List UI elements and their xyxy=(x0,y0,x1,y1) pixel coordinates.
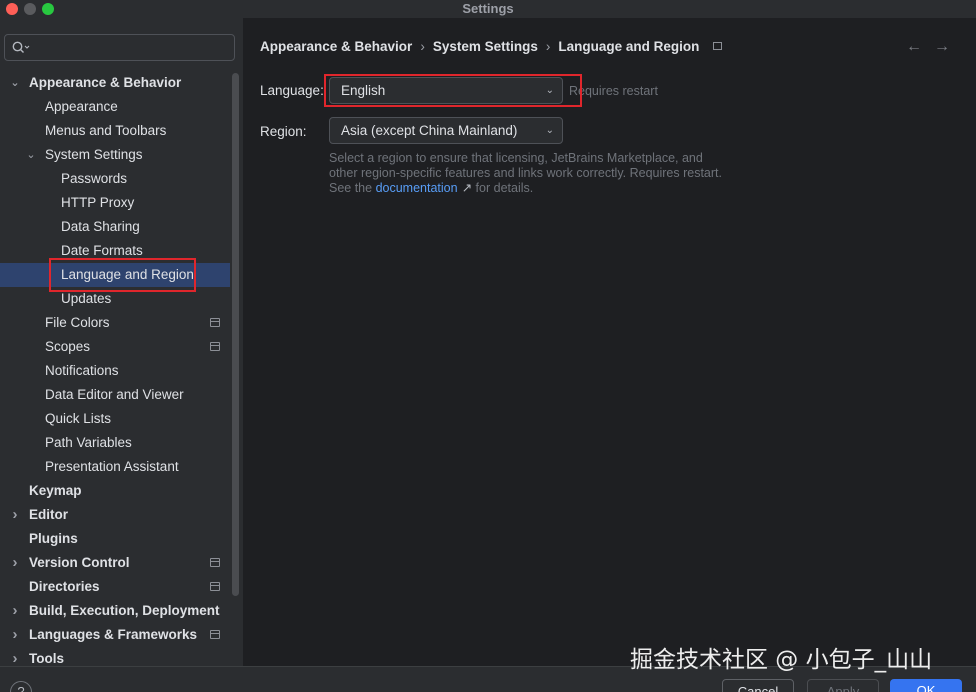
sidebar-item-label: Appearance & Behavior xyxy=(29,75,182,90)
sidebar-item-data-sharing[interactable]: Data Sharing xyxy=(0,215,230,239)
sidebar-item-label: System Settings xyxy=(45,147,143,162)
breadcrumb-item-appearance-behavior[interactable]: Appearance & Behavior xyxy=(260,39,412,54)
chevron-right-icon: › xyxy=(545,39,551,54)
sidebar-item-label: Plugins xyxy=(29,531,78,546)
sidebar-item-label: Data Sharing xyxy=(61,219,140,234)
project-scope-icon xyxy=(210,558,220,567)
sidebar-item-tools[interactable]: › Tools xyxy=(0,647,230,666)
sidebar-item-label: Build, Execution, Deployment xyxy=(29,603,220,618)
chevron-down-icon: ⌄ xyxy=(545,125,554,136)
chevron-right-icon[interactable]: › xyxy=(8,647,22,666)
sidebar-item-label: Presentation Assistant xyxy=(45,459,179,474)
sidebar-item-label: Editor xyxy=(29,507,68,522)
sidebar-item-quick-lists[interactable]: Quick Lists xyxy=(0,407,230,431)
project-scope-icon xyxy=(210,342,220,351)
sidebar-item-path-variables[interactable]: Path Variables xyxy=(0,431,230,455)
title-bar: Settings xyxy=(0,0,976,18)
sidebar-item-label: Path Variables xyxy=(45,435,132,450)
sidebar-item-label: Data Editor and Viewer xyxy=(45,387,184,402)
sidebar-item-presentation-assistant[interactable]: Presentation Assistant xyxy=(0,455,230,479)
project-scope-icon xyxy=(210,318,220,327)
chevron-down-icon[interactable]: ⌄ xyxy=(8,71,22,95)
chevron-down-icon[interactable]: ⌄ xyxy=(24,143,38,167)
history-nav: ←→ xyxy=(906,38,962,56)
sidebar-item-label: Tools xyxy=(29,651,64,666)
project-scope-icon xyxy=(713,42,723,50)
sidebar-item-keymap[interactable]: Keymap xyxy=(0,479,230,503)
sidebar-item-label: Quick Lists xyxy=(45,411,112,426)
sidebar-item-appearance[interactable]: Appearance xyxy=(0,95,230,119)
chevron-right-icon[interactable]: › xyxy=(8,623,22,647)
help-button[interactable]: ? xyxy=(10,681,32,692)
sidebar-item-label: Appearance xyxy=(45,99,118,114)
sidebar-item-data-editor-and-viewer[interactable]: Data Editor and Viewer xyxy=(0,383,230,407)
region-value: Asia (except China Mainland) xyxy=(341,123,518,138)
project-scope-icon xyxy=(210,630,220,639)
ok-button[interactable]: OK xyxy=(890,679,962,692)
project-scope-icon xyxy=(210,582,220,591)
documentation-link[interactable]: documentation xyxy=(376,181,458,195)
region-description-suffix: for details. xyxy=(472,181,534,195)
sidebar-scrollbar[interactable] xyxy=(232,73,239,596)
back-arrow-icon[interactable]: ← xyxy=(906,38,934,55)
sidebar-item-system-settings[interactable]: ⌄ System Settings xyxy=(0,143,230,167)
settings-content: Appearance & Behavior › System Settings › La… xyxy=(245,18,976,666)
sidebar-item-version-control[interactable]: › Version Control xyxy=(0,551,230,575)
forward-arrow-icon[interactable]: → xyxy=(934,38,962,55)
settings-sidebar: ⌄ Appearance & Behavior Appearance Menus an… xyxy=(0,18,244,666)
external-link-icon: ↗ xyxy=(461,181,473,195)
sidebar-item-menus-and-toolbars[interactable]: Menus and Toolbars xyxy=(0,119,230,143)
sidebar-item-appearance-behavior[interactable]: ⌄ Appearance & Behavior xyxy=(0,71,230,95)
breadcrumb-item-language-region: Language and Region xyxy=(558,39,700,54)
sidebar-item-scopes[interactable]: Scopes xyxy=(0,335,230,359)
chevron-right-icon[interactable]: › xyxy=(8,599,22,623)
sidebar-item-label: Menus and Toolbars xyxy=(45,123,167,138)
region-dropdown[interactable]: Asia (except China Mainland) ⌄ xyxy=(329,117,563,144)
window-title: Settings xyxy=(462,1,514,16)
sidebar-item-label: Languages & Frameworks xyxy=(29,627,198,642)
sidebar-item-label: Scopes xyxy=(45,339,91,354)
chevron-right-icon[interactable]: › xyxy=(8,503,22,527)
apply-button[interactable]: Apply xyxy=(807,679,879,692)
search-icon xyxy=(12,41,30,53)
cancel-button[interactable]: Cancel xyxy=(722,679,794,692)
sidebar-item-label: Notifications xyxy=(45,363,119,378)
language-restart-hint: Requires restart xyxy=(569,84,658,98)
highlight-box-language-region xyxy=(49,258,196,292)
chevron-right-icon[interactable]: › xyxy=(8,551,22,575)
sidebar-item-build-execution-deployment[interactable]: › Build, Execution, Deployment xyxy=(0,599,230,623)
region-label: Region: xyxy=(260,124,307,139)
sidebar-item-http-proxy[interactable]: HTTP Proxy xyxy=(0,191,230,215)
chevron-right-icon: › xyxy=(420,39,425,54)
sidebar-item-editor[interactable]: › Editor xyxy=(0,503,230,527)
sidebar-item-notifications[interactable]: Notifications xyxy=(0,359,230,383)
sidebar-item-label: Keymap xyxy=(29,483,82,498)
sidebar-item-languages-frameworks[interactable]: › Languages & Frameworks xyxy=(0,623,230,647)
breadcrumb: Appearance & Behavior › System Settings › La… xyxy=(260,39,723,54)
breadcrumb-item-system-settings[interactable]: System Settings xyxy=(433,39,538,54)
sidebar-item-label: HTTP Proxy xyxy=(61,195,135,210)
sidebar-item-plugins[interactable]: Plugins xyxy=(0,527,230,551)
sidebar-item-label: File Colors xyxy=(45,315,110,330)
region-description: Select a region to ensure that licensing… xyxy=(329,151,729,196)
sidebar-item-passwords[interactable]: Passwords xyxy=(0,167,230,191)
settings-tree: ⌄ Appearance & Behavior Appearance Menus an… xyxy=(0,71,230,666)
language-label: Language: xyxy=(260,83,324,98)
watermark: 掘金技术社区 @ 小包子_山山 xyxy=(630,647,933,673)
sidebar-item-label: Directories xyxy=(29,579,100,594)
search-input[interactable] xyxy=(4,34,235,61)
sidebar-item-label: Passwords xyxy=(61,171,128,186)
highlight-box-language xyxy=(324,74,582,107)
sidebar-item-label: Version Control xyxy=(29,555,130,570)
sidebar-item-file-colors[interactable]: File Colors xyxy=(0,311,230,335)
sidebar-item-directories[interactable]: Directories xyxy=(0,575,230,599)
